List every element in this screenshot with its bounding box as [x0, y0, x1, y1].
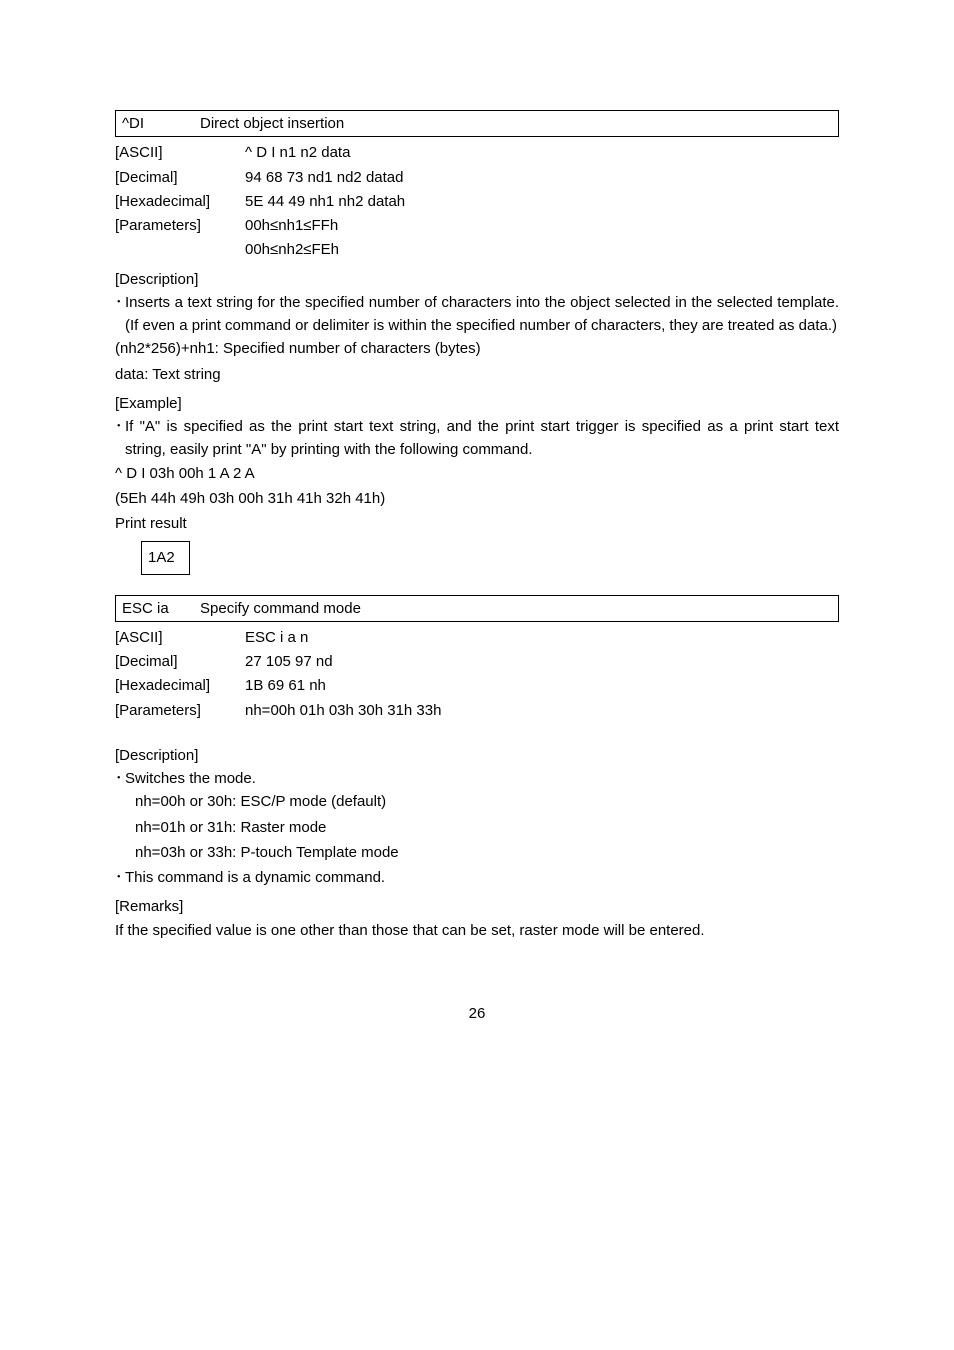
example-line: (5Eh 44h 49h 03h 00h 31h 41h 32h 41h) — [115, 487, 839, 510]
print-result-box: 1A2 — [141, 541, 190, 574]
mode-line: nh=01h or 31h: Raster mode — [135, 816, 839, 839]
bullet-icon: ･ — [115, 767, 125, 790]
bullet-icon: ･ — [115, 291, 125, 338]
field-label: [Parameters] — [115, 699, 245, 722]
page-number: 26 — [115, 1002, 839, 1025]
field-value: 94 68 73 nd1 nd2 datad — [245, 166, 403, 189]
field-value: 1B 69 61 nh — [245, 674, 326, 697]
field-value: 00h≤nh1≤FFh — [245, 214, 338, 237]
command-header-box: ESC ia Specify command mode — [115, 595, 839, 622]
bullet-icon: ･ — [115, 866, 125, 889]
remarks-label: [Remarks] — [115, 895, 839, 918]
command-title: Specify command mode — [200, 597, 361, 620]
field-value: 27 105 97 nd — [245, 650, 333, 673]
switch-text: Switches the mode. — [125, 767, 839, 790]
page: ^DI Direct object insertion [ASCII]^ D I… — [0, 0, 954, 1085]
field-value: 5E 44 49 nh1 nh2 datah — [245, 190, 405, 213]
description-extra: (nh2*256)+nh1: Specified number of chara… — [115, 337, 839, 360]
command-code: ESC ia — [122, 597, 200, 620]
example-line: Print result — [115, 512, 839, 535]
field-label: [Parameters] — [115, 214, 245, 237]
command-code: ^DI — [122, 112, 200, 135]
field-label: [ASCII] — [115, 626, 245, 649]
field-label: [Decimal] — [115, 650, 245, 673]
example-label: [Example] — [115, 392, 839, 415]
field-label: [Decimal] — [115, 166, 245, 189]
field-value: ESC i a n — [245, 626, 308, 649]
description-label: [Description] — [115, 268, 839, 291]
mode-line: nh=03h or 33h: P-touch Template mode — [135, 841, 839, 864]
field-value: ^ D I n1 n2 data — [245, 141, 350, 164]
description-extra: data: Text string — [115, 363, 839, 386]
field-label — [115, 238, 245, 261]
dynamic-text: This command is a dynamic command. — [125, 866, 839, 889]
bullet-icon: ･ — [115, 415, 125, 462]
command-header-box: ^DI Direct object insertion — [115, 110, 839, 137]
mode-line: nh=00h or 30h: ESC/P mode (default) — [135, 790, 839, 813]
description-label: [Description] — [115, 744, 839, 767]
command-title: Direct object insertion — [200, 112, 344, 135]
example-text: If "A" is specified as the print start t… — [125, 415, 839, 462]
field-label: [ASCII] — [115, 141, 245, 164]
remarks-text: If the specified value is one other than… — [115, 919, 839, 942]
field-label: [Hexadecimal] — [115, 674, 245, 697]
field-label: [Hexadecimal] — [115, 190, 245, 213]
field-value: nh=00h 01h 03h 30h 31h 33h — [245, 699, 441, 722]
field-value: 00h≤nh2≤FEh — [245, 238, 339, 261]
example-line: ^ D I 03h 00h 1 A 2 A — [115, 462, 839, 485]
description-text: Inserts a text string for the specified … — [125, 291, 839, 338]
